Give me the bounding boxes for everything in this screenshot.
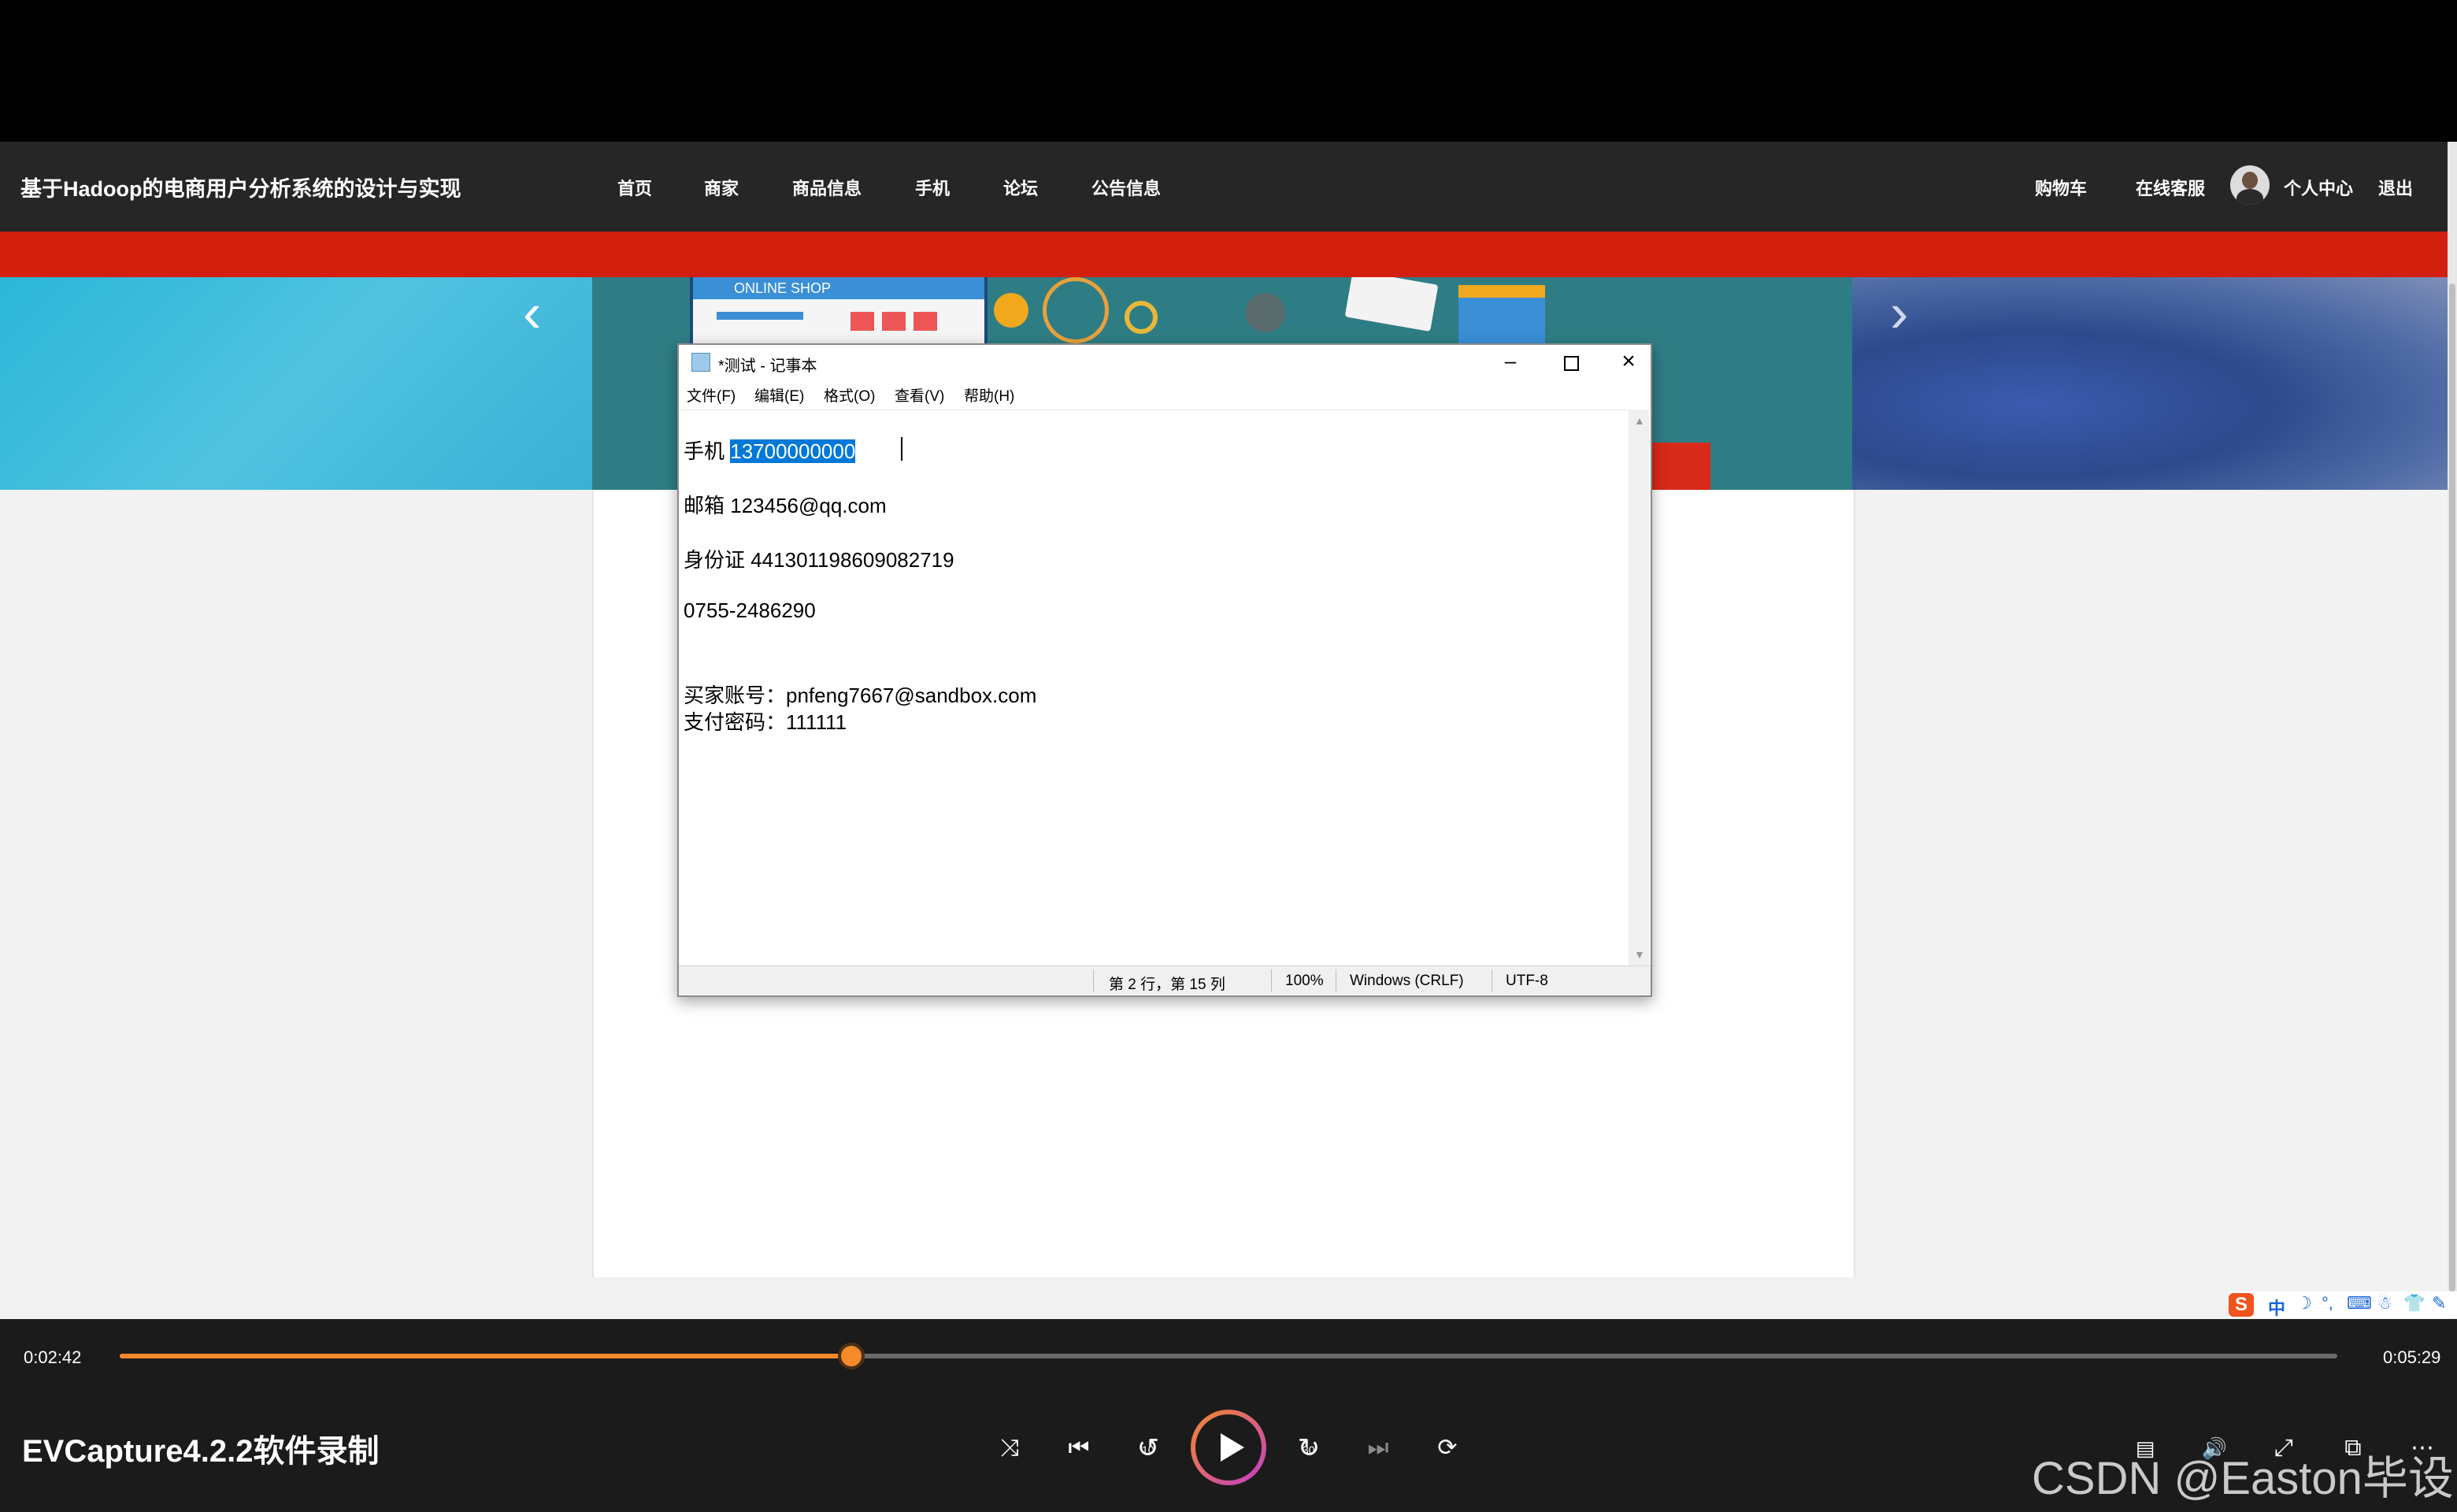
menu-file[interactable]: 文件(F): [687, 384, 736, 406]
shirt-icon[interactable]: 👕: [2403, 1293, 2425, 1314]
text-line-pay-password: 支付密码：111111: [684, 710, 847, 734]
notepad-app-icon: [691, 353, 710, 372]
status-separator: [1093, 969, 1094, 991]
tools-icon[interactable]: ✎: [2432, 1293, 2446, 1314]
avatar[interactable]: [2230, 165, 2270, 205]
chevron-right-icon[interactable]: ›: [1890, 285, 1908, 340]
selected-phone-number[interactable]: 13700000000: [730, 439, 856, 463]
site-navbar: 基于Hadoop的电商用户分析系统的设计与实现 首页 商家 商品信息 手机 论坛…: [0, 142, 2448, 232]
gear-icon: [994, 293, 1028, 328]
status-position: 第 2 行，第 15 列: [1109, 976, 1225, 993]
current-time: 0:02:42: [24, 1347, 82, 1367]
text-cursor-ibeam: [901, 437, 902, 461]
nav-phone[interactable]: 手机: [915, 175, 950, 200]
play-button[interactable]: [1191, 1410, 1266, 1485]
ime-toolbar[interactable]: S 中 ☽ °, ⌨ ☃ 👕 ✎: [2229, 1292, 2457, 1318]
play-icon: [1221, 1433, 1244, 1462]
nav-profile[interactable]: 个人中心: [2284, 175, 2353, 200]
nav-merchant[interactable]: 商家: [704, 175, 739, 200]
text-line-phone: 手机 13700000000: [684, 435, 856, 465]
site-title[interactable]: 基于Hadoop的电商用户分析系统的设计与实现: [20, 172, 461, 202]
status-encoding: UTF-8: [1506, 973, 1548, 989]
menu-help[interactable]: 帮助(H): [964, 384, 1014, 406]
banner-slide-left: [0, 277, 592, 490]
banner-slide-right: [1852, 277, 2448, 490]
chevron-left-icon[interactable]: ‹: [523, 285, 541, 340]
nav-forum[interactable]: 论坛: [1003, 175, 1038, 200]
ring-icon: [1125, 301, 1158, 334]
seek-bar-progress: [120, 1354, 851, 1358]
globe-icon: [1043, 277, 1109, 343]
play-button-inner: [1195, 1414, 1262, 1480]
notepad-text-area[interactable]: 手机 13700000000 邮箱 123456@qq.com 身份证 4413…: [679, 410, 1629, 966]
status-separator: [1271, 969, 1272, 991]
ime-chinese-mode[interactable]: 中: [2268, 1295, 2285, 1320]
nav-home[interactable]: 首页: [617, 175, 652, 200]
notepad-titlebar[interactable]: *测试 - 记事本 – ×: [679, 345, 1651, 380]
notepad-title: *测试 - 记事本: [718, 358, 817, 375]
previous-track-icon[interactable]: ⏮: [1062, 1431, 1096, 1466]
red-box-decoration: [1647, 443, 1710, 490]
total-time: 0:05:29: [2383, 1347, 2441, 1367]
notepad-window: *测试 - 记事本 – × 文件(F) 编辑(E) 格式(O) 查看(V) 帮助…: [677, 343, 1652, 997]
status-line-ending: Windows (CRLF): [1350, 973, 1464, 989]
banner-label: ONLINE SHOP: [734, 280, 832, 296]
notepad-menubar: 文件(F) 编辑(E) 格式(O) 查看(V) 帮助(H): [679, 380, 1651, 408]
menu-format[interactable]: 格式(O): [824, 384, 875, 406]
notepad-statusbar: 第 2 行，第 15 列 100% Windows (CRLF) UTF-8: [679, 965, 1651, 995]
skip-forward-label: 30: [1303, 1443, 1315, 1456]
csdn-watermark: CSDN @Easton毕设: [2032, 1453, 2454, 1504]
menu-edit[interactable]: 编辑(E): [754, 384, 804, 406]
skip-back-10-icon[interactable]: ↺ 10: [1131, 1431, 1166, 1466]
skip-forward-30-icon[interactable]: ↻ 30: [1292, 1431, 1326, 1466]
text-line-buyer-account: 买家账号：pnfeng7667@sandbox.com: [684, 684, 1037, 707]
nav-cart[interactable]: 购物车: [2035, 175, 2087, 200]
gear-icon: [1246, 293, 1285, 332]
credit-card-icon: [1344, 277, 1439, 332]
repeat-off-icon[interactable]: ⟳: [1430, 1431, 1465, 1466]
menu-view[interactable]: 查看(V): [895, 384, 944, 406]
text-line-idcard: 身份证 441301198609082719: [684, 548, 954, 572]
skip-back-label: 10: [1142, 1443, 1154, 1456]
shuffle-icon[interactable]: ⤨: [992, 1431, 1027, 1466]
phone-label: 手机: [684, 439, 725, 463]
status-zoom: 100%: [1285, 973, 1324, 989]
seek-bar-thumb[interactable]: [838, 1343, 865, 1369]
punctuation-icon[interactable]: °,: [2322, 1293, 2333, 1314]
page-scrollbar-thumb[interactable]: [2449, 284, 2455, 1292]
moon-icon[interactable]: ☽: [2296, 1293, 2312, 1314]
nav-product-info[interactable]: 商品信息: [792, 175, 862, 200]
keyboard-icon[interactable]: ⌨: [2347, 1293, 2372, 1314]
text-line-email: 邮箱 123456@qq.com: [684, 494, 887, 517]
online-shop-illustration: ONLINE SHOP: [690, 277, 988, 346]
skin-icon[interactable]: ☃: [2377, 1293, 2392, 1314]
maximize-icon[interactable]: [1553, 348, 1588, 376]
gift-icon: [1458, 285, 1545, 348]
minimize-icon[interactable]: –: [1493, 348, 1528, 376]
red-accent-bar: [0, 232, 2448, 277]
sogou-ime-icon[interactable]: S: [2229, 1293, 2254, 1317]
scroll-up-icon[interactable]: ▲: [1634, 414, 1645, 427]
next-track-icon[interactable]: ⏭: [1361, 1431, 1395, 1466]
video-letterbox-top: [0, 0, 2457, 142]
video-title: EVCapture4.2.2软件录制: [22, 1434, 380, 1469]
notepad-vertical-scrollbar[interactable]: ▲ ▼: [1629, 410, 1649, 965]
nav-notice[interactable]: 公告信息: [1091, 175, 1161, 200]
nav-online-service[interactable]: 在线客服: [2136, 175, 2205, 200]
scroll-down-icon[interactable]: ▼: [1634, 948, 1645, 961]
text-line-tel: 0755-2486290: [684, 598, 816, 622]
close-icon[interactable]: ×: [1611, 348, 1646, 376]
nav-logout[interactable]: 退出: [2378, 175, 2413, 200]
